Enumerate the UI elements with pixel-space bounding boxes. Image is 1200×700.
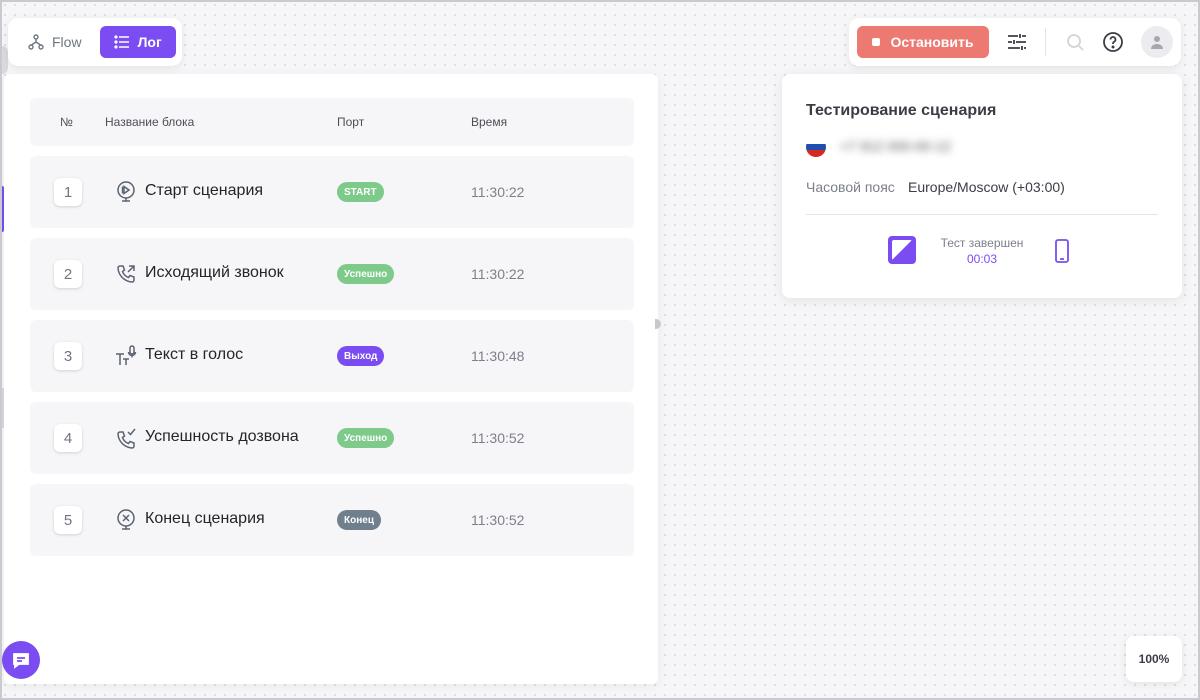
timezone-value: Europe/Moscow (+03:00) xyxy=(908,179,1065,195)
flow-tab-label: Flow xyxy=(52,34,82,50)
stop-button-label: Остановить xyxy=(890,34,974,50)
log-row[interactable]: 2 Исходящий звонок Успешно 11:30:22 xyxy=(30,238,634,310)
left-edge-tab xyxy=(0,46,8,74)
russia-flag-icon xyxy=(806,137,826,157)
row-block-name: Исходящий звонок xyxy=(145,264,284,281)
row-number: 4 xyxy=(54,424,82,452)
avatar-icon xyxy=(1151,36,1163,49)
stop-button[interactable]: Остановить xyxy=(857,26,989,58)
log-row[interactable]: 4 Успешность дозвона Успешно 11:30:52 xyxy=(30,402,634,474)
avatar[interactable] xyxy=(1141,26,1173,58)
test-scenario-card: Тестирование сценария +7 912 000-00-12 Ч… xyxy=(782,74,1182,298)
row-block-name: Старт сценария xyxy=(145,182,264,199)
outgoing-call-icon xyxy=(117,265,135,283)
chat-button[interactable] xyxy=(2,641,40,679)
port-badge: Успешно xyxy=(337,264,395,284)
test-card-title: Тестирование сценария xyxy=(806,102,997,119)
log-tab[interactable]: Лог xyxy=(99,26,176,58)
row-number: 1 xyxy=(54,178,82,206)
chat-icon xyxy=(13,653,29,669)
call-check-icon xyxy=(117,428,136,449)
flow-icon xyxy=(28,34,44,50)
port-badge: START xyxy=(337,182,384,202)
log-panel: № Название блока Порт Время 1 Старт сцен… xyxy=(4,74,658,684)
toolbar-divider xyxy=(1045,28,1046,56)
mobile-phone-icon[interactable] xyxy=(1052,238,1072,264)
log-table-header: № Название блока Порт Время xyxy=(30,98,634,146)
log-tab-label: Лог xyxy=(137,34,162,50)
log-row[interactable]: 3 Текст в голос Выход 11:30:48 xyxy=(30,320,634,392)
log-row[interactable]: 5 Конец сценария Конец 11:30:52 xyxy=(30,484,634,556)
view-switch: Flow Лог xyxy=(8,18,182,66)
test-status-text: Тест завершен xyxy=(940,236,1024,250)
row-number: 2 xyxy=(54,260,82,288)
header-time: Время xyxy=(471,115,508,129)
list-icon xyxy=(113,35,129,49)
search-icon[interactable] xyxy=(1063,30,1087,54)
header-name: Название блока xyxy=(105,115,195,129)
row-time: 11:30:22 xyxy=(471,266,525,282)
phone-number: +7 912 000-00-12 xyxy=(840,138,951,154)
connector-handle[interactable] xyxy=(655,319,661,329)
port-badge: Успешно xyxy=(337,428,395,448)
row-time: 11:30:48 xyxy=(471,348,525,364)
row-time: 11:30:52 xyxy=(471,512,525,528)
stop-icon xyxy=(872,38,881,46)
help-icon[interactable] xyxy=(1101,30,1125,54)
test-status-time: 00:03 xyxy=(966,252,998,266)
zoom-level[interactable]: 100% xyxy=(1126,636,1182,682)
row-block-name: Успешность дозвона xyxy=(145,428,299,445)
text-to-speech-icon xyxy=(116,345,137,365)
log-row[interactable]: 1 Старт сценария START 11:30:22 xyxy=(30,156,634,228)
scenario-app-icon xyxy=(888,236,916,264)
timezone-label: Часовой пояс xyxy=(806,179,895,195)
port-badge: Выход xyxy=(337,346,385,366)
row-block-name: Текст в голос xyxy=(145,346,244,363)
row-number: 5 xyxy=(54,506,82,534)
row-time: 11:30:52 xyxy=(471,430,525,446)
card-divider xyxy=(806,214,1158,215)
sliders-icon[interactable] xyxy=(1005,30,1029,54)
header-num: № xyxy=(60,115,73,129)
header-port: Порт xyxy=(337,115,365,129)
row-time: 11:30:22 xyxy=(471,184,525,200)
row-block-name: Конец сценария xyxy=(145,510,265,527)
flow-tab[interactable]: Flow xyxy=(16,26,94,58)
port-badge: Конец xyxy=(337,510,381,530)
row-number: 3 xyxy=(54,342,82,370)
stop-circle-icon xyxy=(117,509,135,530)
play-circle-icon xyxy=(117,181,135,202)
top-toolbar: Остановить xyxy=(849,18,1181,66)
